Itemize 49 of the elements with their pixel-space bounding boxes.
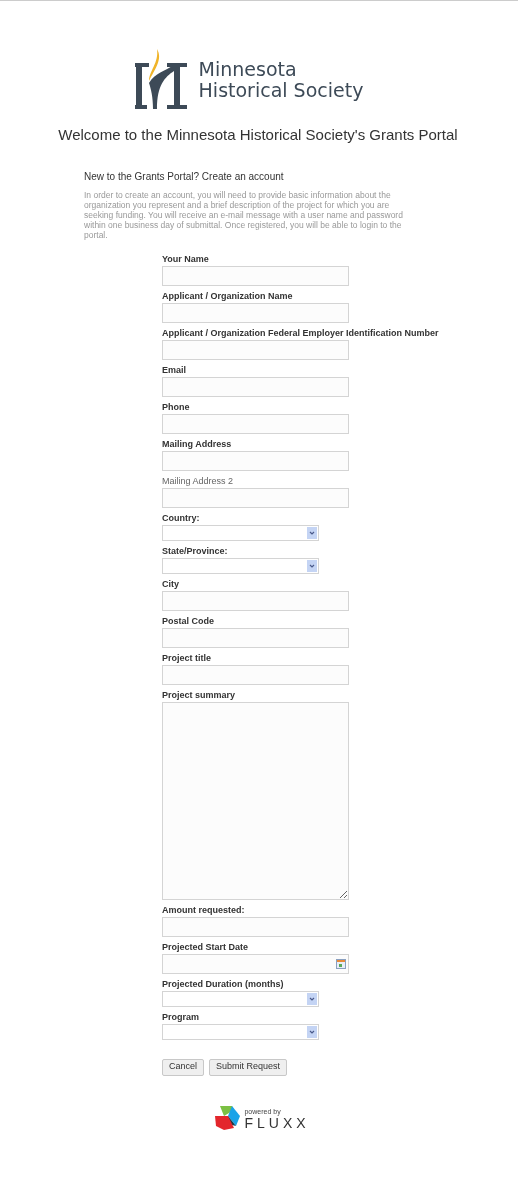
text-field[interactable] (162, 339, 349, 360)
text-field[interactable] (162, 664, 349, 685)
field-label: Phone (162, 401, 191, 412)
field-label: Your Name (162, 253, 210, 264)
text-field[interactable] (162, 450, 349, 471)
text-field[interactable] (162, 265, 349, 286)
field-label: Projected Start Date (162, 941, 250, 952)
cancel-button[interactable]: Cancel (162, 1058, 204, 1076)
field-label: Applicant / Organization Name (162, 290, 294, 301)
page-title: Welcome to the Minnesota Historical Society's Grants Portal (57, 125, 459, 145)
chevron-down-icon (307, 1025, 317, 1038)
field-label: Project summary (162, 689, 237, 700)
text-field[interactable] (162, 627, 349, 648)
text-field[interactable] (162, 916, 349, 937)
field-label: State/Province: (162, 545, 229, 556)
text-field[interactable] (162, 413, 349, 434)
text-area[interactable] (162, 701, 349, 900)
submit-button[interactable]: Submit Request (209, 1058, 288, 1076)
intro-heading: New to the Grants Portal? Create an account (84, 169, 285, 184)
calendar-icon (336, 958, 346, 969)
dropdown[interactable] (162, 557, 319, 574)
field-label: Mailing Address (162, 438, 233, 449)
chevron-down-icon (307, 526, 317, 539)
field-label: Mailing Address 2 (162, 475, 235, 486)
field-label: Amount requested: (162, 904, 246, 915)
date-field[interactable] (162, 953, 349, 974)
text-field[interactable] (162, 487, 349, 508)
chevron-down-icon (307, 992, 317, 1005)
text-field[interactable] (162, 376, 349, 397)
dropdown[interactable] (162, 990, 319, 1007)
text-field[interactable] (162, 302, 349, 323)
field-label: Email (162, 364, 187, 375)
text-field[interactable] (162, 590, 349, 611)
field-label: Applicant / Organization Federal Employer Identification Number (162, 327, 440, 338)
field-label: City (162, 578, 180, 589)
dropdown[interactable] (162, 524, 319, 541)
intro-text: In order to create an account, you will need to provide basic information about the organization you represent and a brief description of the project for which you are seeking funding. You will receive an e-mail message with a user name and password within one business day of submittal. Once registered, you will be able to login to the portal. (84, 189, 404, 240)
field-label: Postal Code (162, 615, 215, 626)
logo-mark-icon (134, 49, 187, 111)
chevron-down-icon (307, 559, 317, 572)
dropdown[interactable] (162, 1023, 319, 1040)
field-label: Projected Duration (months) (162, 978, 285, 989)
logo-text: Minnesota (198, 59, 298, 80)
logo-text: Historical Society (198, 80, 364, 101)
field-label: Project title (162, 652, 212, 663)
brand-text: FLUXX (244, 1115, 310, 1131)
field-label: Country: (162, 512, 201, 523)
fluxx-logo-icon (214, 1103, 242, 1131)
field-label: Program (162, 1011, 200, 1022)
